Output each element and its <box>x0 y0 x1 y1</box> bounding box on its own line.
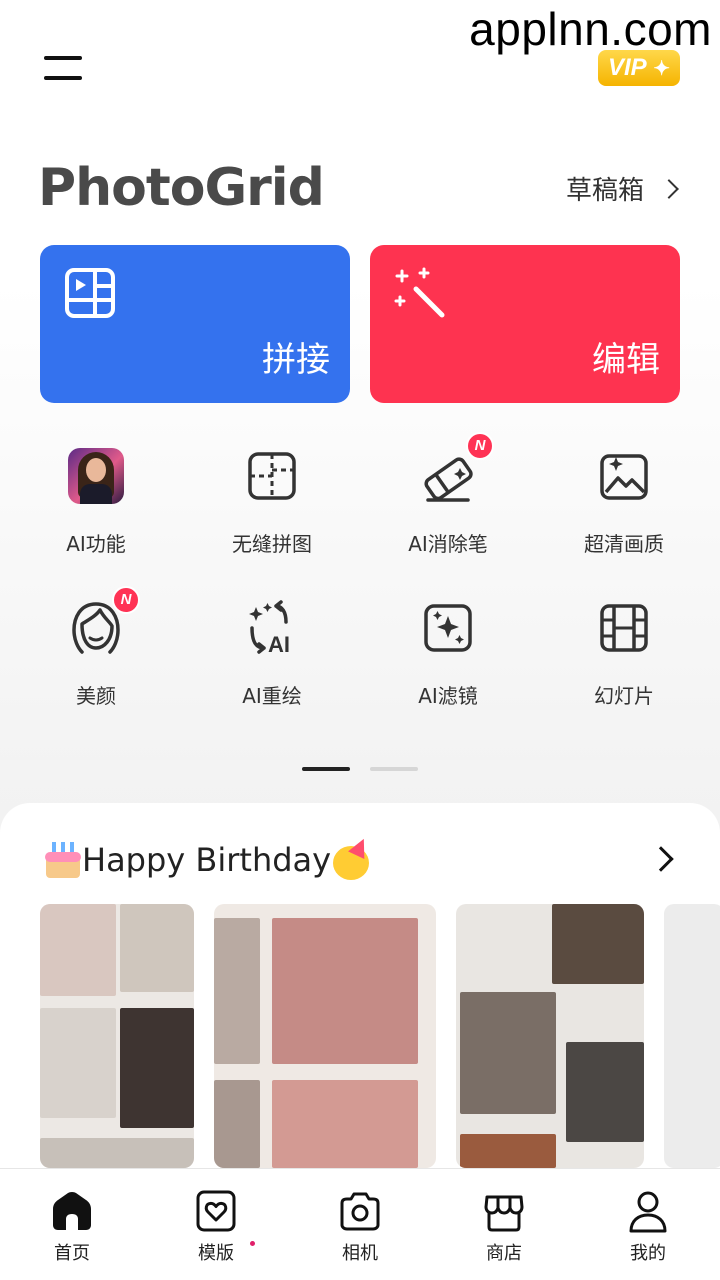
ai-redraw-icon: AI <box>249 600 290 657</box>
drafts-link[interactable]: 草稿箱 <box>565 170 679 207</box>
nav-label: 模版 <box>198 1243 234 1264</box>
nav-label: 商店 <box>486 1243 522 1264</box>
drafts-label: 草稿箱 <box>565 176 644 206</box>
template-card[interactable] <box>40 904 194 1168</box>
template-card[interactable] <box>664 904 720 1168</box>
template-card[interactable] <box>456 904 644 1168</box>
tool-beauty[interactable]: N 美颜 <box>8 582 184 722</box>
tool-label: 幻灯片 <box>594 684 654 708</box>
nav-label: 我的 <box>630 1243 666 1264</box>
chevron-right-icon <box>659 178 679 199</box>
collage-card-button[interactable]: 拼接 <box>40 245 350 403</box>
new-badge: N <box>112 586 140 614</box>
tool-label: AI重绘 <box>242 684 302 708</box>
new-badge: N <box>466 432 494 460</box>
birthday-cake-icon <box>42 840 82 880</box>
tool-slideshow[interactable]: 幻灯片 <box>536 582 712 722</box>
watermark-text: applnn.com <box>469 3 712 55</box>
ai-filter-icon <box>424 604 472 652</box>
tool-label: AI功能 <box>66 532 126 556</box>
vip-label: VIP <box>608 54 647 81</box>
magic-wand-icon <box>394 267 445 318</box>
vip-button[interactable]: VIP ✦ <box>598 50 680 86</box>
tool-label: AI滤镜 <box>418 684 478 708</box>
svg-text:AI: AI <box>268 632 290 657</box>
camera-icon <box>340 1192 380 1231</box>
nav-store[interactable]: 商店 <box>432 1169 576 1280</box>
sparkle-icon: ✦ <box>653 58 670 80</box>
tool-label: 超清画质 <box>584 532 664 556</box>
tool-ai-redraw[interactable]: AI AI重绘 <box>184 582 360 722</box>
edit-label: 编辑 <box>592 340 660 380</box>
page-dot[interactable] <box>370 767 418 771</box>
tool-ai-features[interactable]: AI功能 <box>8 430 184 570</box>
hd-image-icon <box>600 454 648 500</box>
tool-ai-eraser[interactable]: N AI消除笔 <box>360 430 536 570</box>
ai-portrait-thumbnail <box>68 448 124 504</box>
tool-label: 无缝拼图 <box>232 532 312 556</box>
home-icon <box>53 1191 91 1230</box>
nav-templates[interactable]: 模版 <box>144 1169 288 1280</box>
tool-label: AI消除笔 <box>408 532 488 556</box>
app-title: PhotoGrid <box>38 158 325 218</box>
film-strip-icon <box>600 604 648 652</box>
template-heart-icon <box>196 1190 236 1232</box>
profile-icon <box>629 1191 667 1233</box>
tool-hd-quality[interactable]: 超清画质 <box>536 430 712 570</box>
menu-icon[interactable] <box>44 54 84 84</box>
edit-card-button[interactable]: 编辑 <box>370 245 680 403</box>
top-bar: applnn.com VIP ✦ <box>0 0 720 120</box>
nav-camera[interactable]: 相机 <box>288 1169 432 1280</box>
bottom-nav: 首页 模版 相机 商店 我的 <box>0 1168 720 1280</box>
collage-layout-icon <box>65 268 115 318</box>
party-face-icon <box>331 835 373 880</box>
tool-seamless-collage[interactable]: 无缝拼图 <box>184 430 360 570</box>
page-indicator <box>302 767 418 771</box>
section-title: Happy Birthday <box>82 841 332 879</box>
nav-home[interactable]: 首页 <box>0 1169 144 1280</box>
seamless-grid-icon <box>248 452 296 500</box>
nav-label: 相机 <box>342 1243 378 1264</box>
store-icon <box>484 1195 524 1232</box>
collage-label: 拼接 <box>262 340 330 380</box>
section-header[interactable]: Happy Birthday <box>42 835 373 880</box>
tool-ai-filter[interactable]: AI滤镜 <box>360 582 536 722</box>
template-card[interactable] <box>214 904 436 1168</box>
page-dot-active[interactable] <box>302 767 350 771</box>
tool-label: 美颜 <box>76 684 116 708</box>
nav-profile[interactable]: 我的 <box>576 1169 720 1280</box>
nav-label: 首页 <box>54 1243 90 1264</box>
